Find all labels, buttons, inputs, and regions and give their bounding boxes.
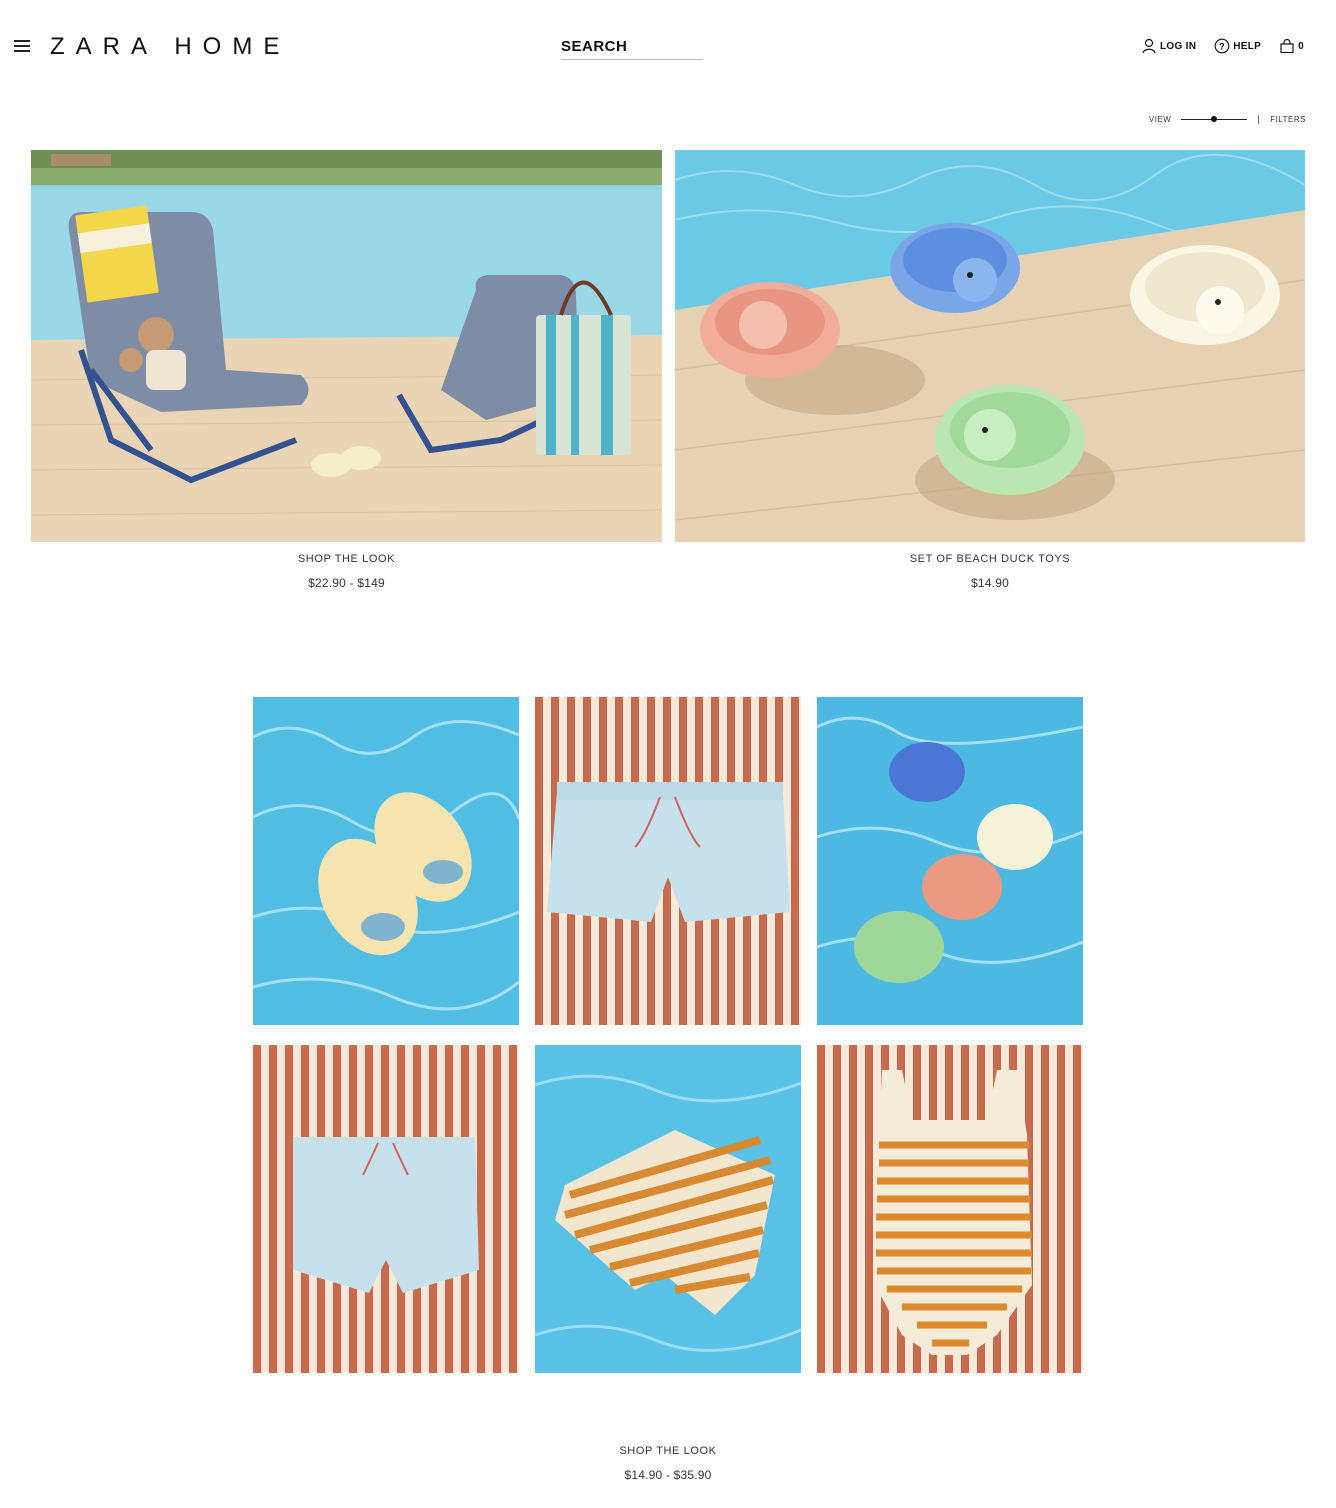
help-icon: ? (1214, 38, 1230, 54)
product-price: $22.90 - $149 (308, 576, 385, 590)
look-name[interactable]: SHOP THE LOOK (253, 1445, 1083, 1457)
cart-link[interactable]: 0 (1279, 38, 1304, 54)
look-image-duck-toys-pool[interactable] (817, 697, 1083, 1025)
help-label: HELP (1233, 40, 1262, 52)
look-image-clogs[interactable] (253, 697, 519, 1025)
product-caption: SHOP THE LOOK $22.90 - $149 (31, 553, 662, 590)
brand-logo[interactable]: ZARA HOME (50, 33, 290, 61)
look-price: $14.90 - $35.90 (624, 1468, 712, 1482)
login-link[interactable]: LOG IN (1141, 38, 1196, 54)
user-icon (1142, 38, 1156, 54)
shopping-bag-icon (1280, 38, 1294, 54)
look-caption: SHOP THE LOOK $14.90 - $35.90 (253, 1445, 1083, 1482)
view-label: VIEW (1148, 114, 1172, 124)
product-caption: SET OF BEACH DUCK TOYS $14.90 (675, 553, 1305, 590)
view-zoom-slider[interactable] (1181, 114, 1248, 124)
product-image-duck-toys[interactable] (675, 150, 1305, 542)
help-link[interactable]: ? HELP (1214, 38, 1261, 54)
search-input[interactable]: SEARCH (561, 38, 703, 60)
look-image-striped-shorts[interactable] (535, 1045, 801, 1373)
product-image-beach-chairs[interactable] (31, 150, 662, 542)
slider-thumb[interactable] (1211, 116, 1218, 122)
menu-icon[interactable] (14, 40, 30, 52)
site-header: ZARA HOME SEARCH LOG IN ? HELP 0 (0, 0, 1336, 95)
header-actions: LOG IN ? HELP 0 (1141, 38, 1304, 54)
look-image-striped-swimsuit[interactable] (817, 1045, 1083, 1373)
view-filter-bar: VIEW | FILTERS (1149, 114, 1306, 124)
cart-count: 0 (1298, 40, 1304, 52)
product-name[interactable]: SHOP THE LOOK (31, 553, 662, 565)
filters-button[interactable]: FILTERS (1270, 115, 1306, 124)
svg-text:?: ? (1219, 42, 1225, 52)
look-image-swim-shorts[interactable] (535, 697, 801, 1025)
login-label: LOG IN (1160, 40, 1197, 52)
separator: | (1257, 114, 1261, 124)
product-name[interactable]: SET OF BEACH DUCK TOYS (675, 553, 1305, 565)
product-price: $14.90 (971, 576, 1009, 590)
look-image-swim-briefs[interactable] (253, 1045, 519, 1373)
